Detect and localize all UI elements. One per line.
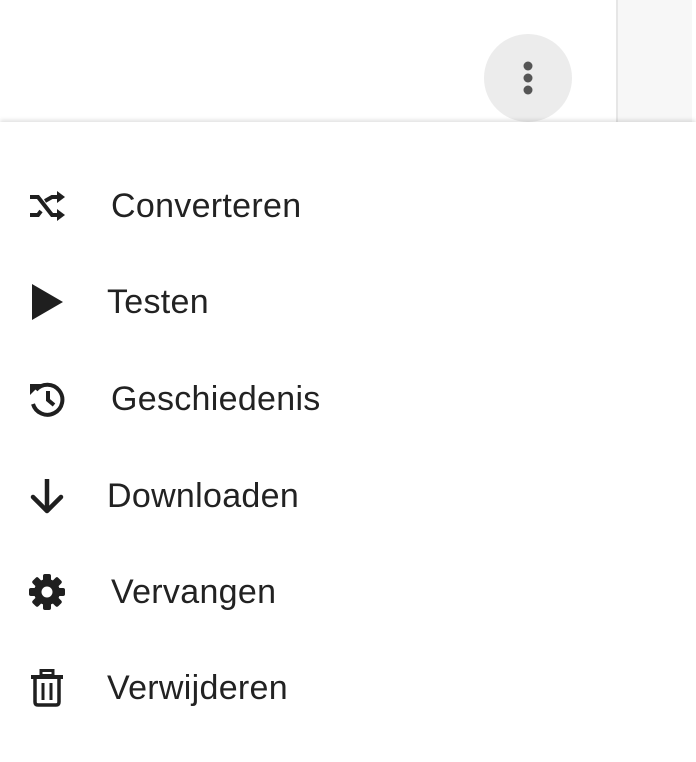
- menu-item-label: Geschiedenis: [111, 379, 321, 418]
- arrow-down-icon: [28, 477, 66, 515]
- menu-item-downloaden[interactable]: Downloaden: [0, 448, 696, 544]
- menu-item-label: Downloaden: [107, 476, 300, 515]
- play-icon: [28, 283, 66, 321]
- menu-item-converteren[interactable]: Converteren: [0, 158, 696, 254]
- gear-icon: [28, 573, 66, 611]
- menu-item-vervangen[interactable]: Vervangen: [0, 544, 696, 640]
- history-icon: [28, 380, 66, 418]
- more-vert-icon: [523, 61, 533, 95]
- side-panel-edge: [616, 0, 692, 122]
- context-menu: Converteren Testen Geschiedenis Download…: [0, 122, 696, 762]
- menu-item-geschiedenis[interactable]: Geschiedenis: [0, 351, 696, 447]
- shuffle-icon: [28, 187, 66, 225]
- menu-item-verwijderen[interactable]: Verwijderen: [0, 640, 696, 736]
- menu-item-label: Testen: [107, 282, 209, 321]
- menu-item-label: Converteren: [111, 186, 302, 225]
- menu-item-label: Vervangen: [111, 572, 277, 611]
- menu-item-label: Verwijderen: [107, 668, 288, 707]
- trash-icon: [28, 669, 66, 707]
- more-options-button[interactable]: [484, 34, 572, 122]
- menu-item-testen[interactable]: Testen: [0, 254, 696, 350]
- top-bar: [0, 0, 696, 122]
